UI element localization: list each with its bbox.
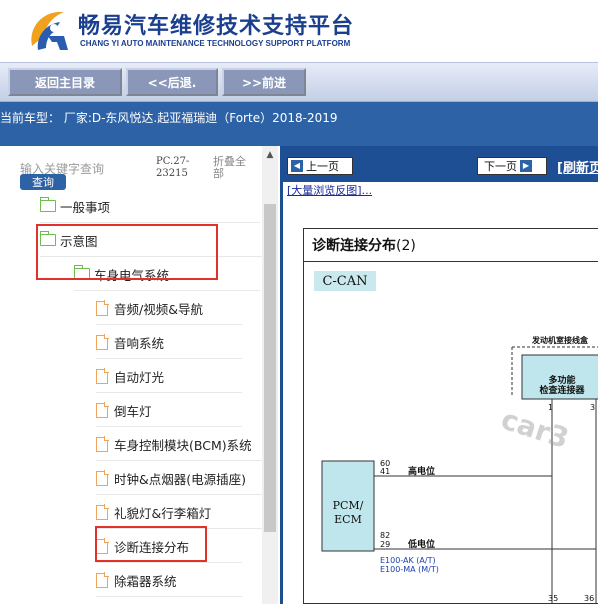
tree-item-label: 除霜器系统 <box>114 573 177 589</box>
document-icon <box>96 368 109 384</box>
tree-item[interactable]: 自动灯光 <box>96 360 242 393</box>
nav-bar: 返回主目录 <<后退. >>前进 <box>0 62 598 102</box>
enlarge-image-link[interactable]: [大量浏览反图]... <box>287 182 372 198</box>
low-label: 低电位 <box>407 538 435 550</box>
document-icon <box>96 538 109 554</box>
high-label: 高电位 <box>408 465 435 477</box>
pcm-label: PCM/ <box>333 499 364 512</box>
pin-3: 3 <box>590 403 595 412</box>
tree-item[interactable]: 车身电气系统 <box>73 258 260 291</box>
multi-connector-label2: 检查连接器 <box>539 384 585 396</box>
sidebar: 输入关键字查询 查询 PC.27- 23215 折叠全 部 一般事项示意图车身电… <box>0 146 278 604</box>
home-button[interactable]: 返回主目录 <box>8 68 122 96</box>
tree-item[interactable]: 车身控制模块(BCM)系统 <box>96 428 262 461</box>
tree-item-label: 一般事项 <box>60 199 111 215</box>
tree-item-label: 车身电气系统 <box>94 267 170 283</box>
watermark: car3 <box>497 403 573 456</box>
tree-item[interactable]: 礼貌灯&行李箱灯 <box>96 496 262 529</box>
tree-item[interactable]: 一般事项 <box>39 190 260 223</box>
search-button[interactable]: 查询 <box>20 174 66 190</box>
pin-41: 41 <box>380 467 390 476</box>
ecm-label: ECM <box>334 513 362 526</box>
conn-at-label: E100-AK (A/T) <box>380 556 436 565</box>
refresh-link[interactable]: [刷新页 <box>557 157 598 176</box>
document-icon <box>96 470 109 486</box>
doc-code-line2: 23215 <box>156 168 188 179</box>
back-button[interactable]: <<后退. <box>126 68 218 96</box>
tree-item-label: 车身控制模块(BCM)系统 <box>114 437 252 453</box>
folder-icon <box>39 231 56 246</box>
doc-code-line1: PC.27- <box>156 156 190 167</box>
document-icon <box>96 436 109 452</box>
logo-icon <box>31 11 68 50</box>
folder-icon <box>39 197 56 212</box>
doc-code: PC.27- 23215 <box>156 156 196 180</box>
tree-item[interactable]: 诊断连接分布 <box>96 530 242 563</box>
junction-box-label: 发动机室接线盒 <box>531 335 589 345</box>
prev-page-button[interactable]: ◀ 上一页 <box>287 157 353 175</box>
next-page-button[interactable]: 下一页 ▶ <box>477 157 547 175</box>
header: 畅易汽车维修技术支持平台 CHANG YI AUTO MAINTENANCE T… <box>0 0 598 62</box>
tree-item-label: 自动灯光 <box>114 369 165 385</box>
pin-82: 82 <box>380 531 390 540</box>
tree-item-label: 时钟&点烟器(电源插座) <box>114 471 247 487</box>
arrow-left-icon: ◀ <box>291 160 303 172</box>
tree-item[interactable]: 倒车灯 <box>96 394 242 427</box>
content-toolbar: ◀ 上一页 下一页 ▶ [刷新页 <box>283 146 598 182</box>
app-subtitle: CHANG YI AUTO MAINTENANCE TECHNOLOGY SUP… <box>80 39 351 48</box>
document-icon <box>96 504 109 520</box>
pin-35: 35 <box>548 594 558 603</box>
forward-button[interactable]: >>前进 <box>222 68 306 96</box>
app-title: 畅易汽车维修技术支持平台 <box>78 14 355 39</box>
document-icon <box>96 572 109 588</box>
tree-item[interactable]: 时钟&点烟器(电源插座) <box>96 462 262 495</box>
tree-item-label: 音响系统 <box>114 335 165 351</box>
wiring-schematic: 发动机室接线盒 多功能 检查连接器 1 3 35 36 PCM/ ECM 60 … <box>321 335 598 603</box>
tree-item-label: 诊断连接分布 <box>114 539 190 555</box>
next-page-label: 下一页 <box>484 160 517 173</box>
pin-36: 36 <box>584 594 594 603</box>
tree-item-label: 音频/视频&导航 <box>114 301 203 317</box>
pin-29: 29 <box>380 540 390 549</box>
folder-icon <box>73 265 90 280</box>
scroll-up-arrow-icon[interactable]: ▲ <box>262 146 278 164</box>
conn-mt-label: E100-MA (M/T) <box>380 565 439 574</box>
tree-item-label: 礼貌灯&行李箱灯 <box>114 505 212 521</box>
tree-item[interactable]: 音频/视频&导航 <box>96 292 242 325</box>
arrow-right-icon: ▶ <box>520 160 532 172</box>
current-vehicle: 当前车型： 厂家:D-东风悦达.起亚福瑞迪（Forte）2018-2019 <box>0 102 598 146</box>
tree-item-label: 示意图 <box>60 233 98 249</box>
document-icon <box>96 334 109 350</box>
tree-item[interactable]: 示意图 <box>39 224 262 257</box>
collapse-line2: 部 <box>213 167 224 180</box>
search-row: 输入关键字查询 查询 PC.27- 23215 折叠全 部 <box>0 146 278 196</box>
collapse-all-button[interactable]: 折叠全 部 <box>213 156 253 180</box>
tree-item-label: 倒车灯 <box>114 403 152 419</box>
content-area: ◀ 上一页 下一页 ▶ [刷新页 [大量浏览反图]... 诊断连接分布(2) C… <box>280 146 598 604</box>
tree-item[interactable]: 除霜器系统 <box>96 564 242 597</box>
tree-item[interactable]: 音响系统 <box>96 326 242 359</box>
scrollbar-thumb[interactable] <box>264 204 276 532</box>
prev-page-label: 上一页 <box>306 160 339 173</box>
wiring-diagram: 诊断连接分布(2) C-CAN 发动机室接线盒 多功能 检查连接器 1 3 35… <box>303 228 598 604</box>
document-icon <box>96 402 109 418</box>
multi-connector-label: 多功能 <box>548 374 575 386</box>
document-icon <box>96 300 109 316</box>
